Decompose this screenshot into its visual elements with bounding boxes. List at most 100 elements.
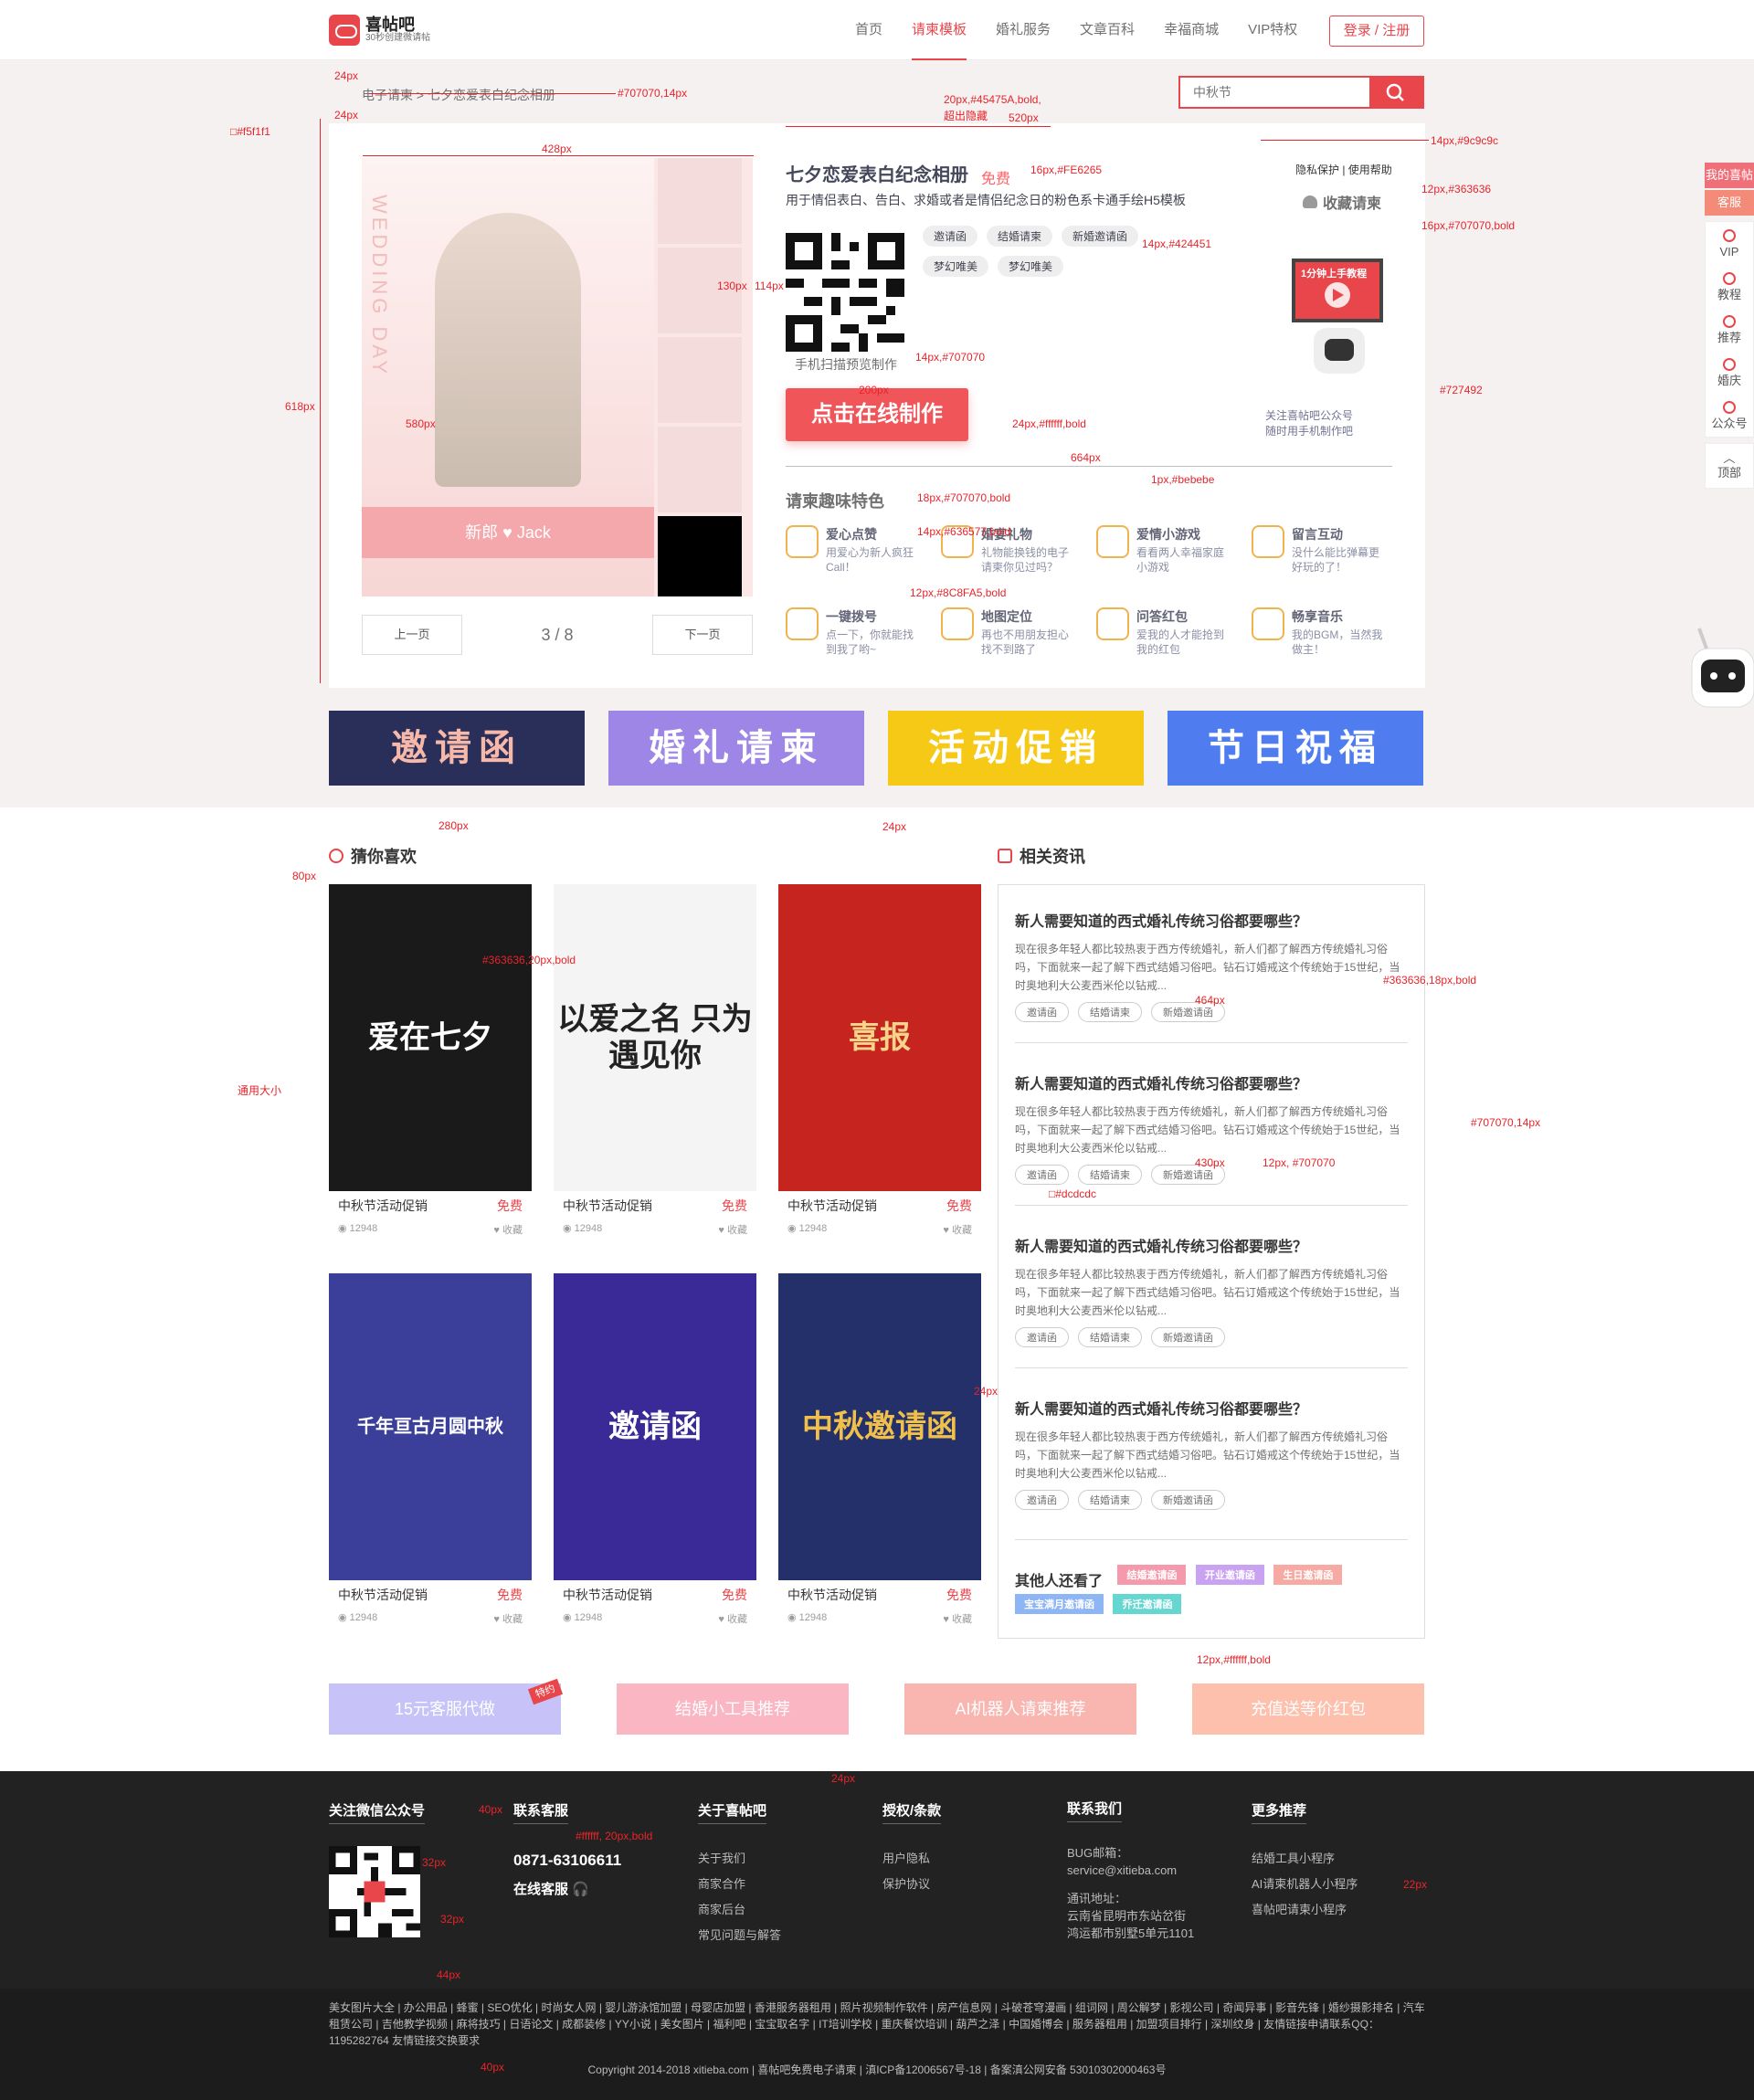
card-fav[interactable]: ♥ 收藏	[493, 1222, 523, 1237]
others-tag[interactable]: 结婚邀请函	[1117, 1565, 1187, 1585]
follow-account-hint[interactable]: 关注喜帖吧公众号 随时用手机制作吧	[1265, 408, 1353, 439]
footer-link[interactable]: 商家后台	[698, 1897, 781, 1923]
others-tag[interactable]: 宝宝满月邀请函	[1015, 1594, 1104, 1614]
nav-templates[interactable]: 请柬模板	[897, 0, 981, 60]
nav-articles[interactable]: 文章百科	[1065, 0, 1149, 60]
banner-holiday[interactable]: 节日祝福	[1168, 711, 1423, 786]
others-tag[interactable]: 乔迁邀请函	[1113, 1594, 1182, 1614]
tag[interactable]: 邀请函	[923, 226, 978, 247]
nav-vip[interactable]: VIP特权	[1233, 0, 1312, 60]
contact-email[interactable]: service@xitieba.com	[1067, 1862, 1194, 1879]
annotation-label: 130px	[717, 280, 747, 292]
login-register-button[interactable]: 登录 / 注册	[1329, 16, 1424, 47]
rail-my-invites[interactable]: 我的喜帖	[1705, 163, 1754, 188]
promo-service-button[interactable]: 15元客服代做 特约	[329, 1678, 564, 1735]
news-tag[interactable]: 邀请函	[1015, 1165, 1069, 1185]
tutorial-video-card[interactable]: 1分钟上手教程	[1292, 259, 1390, 377]
news-item[interactable]: 新人需要知道的西式婚礼传统习俗都要哪些？ 现在很多年轻人都比较热衷于西方传统婚礼，…	[1015, 1397, 1408, 1510]
card-fav[interactable]: ♥ 收藏	[718, 1611, 747, 1626]
template-card[interactable]: 喜报 中秋节活动促销 免费 ◉ 12948 ♥ 收藏	[778, 884, 981, 1237]
prev-page-button[interactable]: 上一页	[362, 615, 462, 655]
footer-link[interactable]: AI请柬机器人小程序	[1252, 1872, 1358, 1897]
news-item-title[interactable]: 新人需要知道的西式婚礼传统习俗都要哪些？	[1015, 909, 1408, 931]
news-item-title[interactable]: 新人需要知道的西式婚礼传统习俗都要哪些？	[1015, 1071, 1408, 1093]
card-fav[interactable]: ♥ 收藏	[943, 1611, 972, 1626]
privacy-help-links[interactable]: 隐私保护 | 使用帮助	[1295, 162, 1392, 177]
tag[interactable]: 梦幻唯美	[923, 256, 989, 277]
feature-desc: 用爱心为新人疯狂Call！	[826, 546, 914, 574]
news-item[interactable]: 新人需要知道的西式婚礼传统习俗都要哪些？ 现在很多年轻人都比较热衷于西方传统婚礼，…	[1015, 1234, 1408, 1347]
others-tag[interactable]: 生日邀请函	[1273, 1565, 1343, 1585]
back-to-top-button[interactable]: ︿ 顶部	[1705, 443, 1754, 489]
tag[interactable]: 结婚请柬	[987, 226, 1053, 247]
template-card[interactable]: 千年亘古月圆中秋 中秋节活动促销 免费 ◉ 12948 ♥ 收藏	[329, 1273, 532, 1626]
rail-customer-service[interactable]: 客服	[1705, 190, 1754, 216]
thumbnail[interactable]	[658, 336, 742, 423]
rail-tutorial[interactable]: 教程	[1706, 265, 1753, 308]
phone-icon	[786, 607, 819, 640]
nav-mall[interactable]: 幸福商城	[1149, 0, 1233, 60]
favorite-button[interactable]: 收藏请柬	[1303, 191, 1381, 213]
news-tag[interactable]: 结婚请柬	[1078, 1002, 1142, 1022]
banner-invitation[interactable]: 邀请函	[329, 711, 585, 786]
template-card[interactable]: 以爱之名 只为遇见你 中秋节活动促销 免费 ◉ 12948 ♥ 收藏	[554, 884, 756, 1237]
thumbnail[interactable]	[658, 158, 742, 244]
breadcrumb[interactable]: 电子请柬 > 七夕恋爱表白纪念相册	[362, 86, 555, 104]
card-image: 中秋邀请函	[778, 1273, 981, 1580]
news-item-title[interactable]: 新人需要知道的西式婚礼传统习俗都要哪些？	[1015, 1397, 1408, 1419]
promo-ai-robot-button[interactable]: AI机器人请柬推荐	[904, 1683, 1136, 1735]
map-icon	[941, 607, 974, 640]
news-item-title[interactable]: 新人需要知道的西式婚礼传统习俗都要哪些？	[1015, 1234, 1408, 1256]
news-tag[interactable]: 邀请函	[1015, 1327, 1069, 1347]
card-fav[interactable]: ♥ 收藏	[493, 1611, 523, 1626]
nav-wedding-service[interactable]: 婚礼服务	[981, 0, 1065, 60]
tag[interactable]: 梦幻唯美	[998, 256, 1064, 277]
rail-recommend[interactable]: 推荐	[1706, 308, 1753, 351]
card-fav[interactable]: ♥ 收藏	[718, 1222, 747, 1237]
news-tag[interactable]: 邀请函	[1015, 1490, 1069, 1510]
friend-links[interactable]: 美女图片大全 | 办公用品 | 蜂蜜 | SEO优化 | 时尚女人网 | 婴儿游…	[329, 2000, 1425, 2049]
rail-vip[interactable]: VIP	[1706, 222, 1753, 265]
news-tag[interactable]: 新婚邀请函	[1151, 1327, 1225, 1347]
others-title: 其他人还看了	[1015, 1574, 1104, 1589]
news-tag[interactable]: 邀请函	[1015, 1002, 1069, 1022]
back-to-top-label: 顶部	[1717, 466, 1741, 480]
site-logo[interactable]: 喜帖吧 30秒创建微请帖	[329, 15, 430, 46]
online-service-link[interactable]: 在线客服 🎧	[513, 1879, 621, 1898]
footer-link[interactable]: 保护协议	[882, 1872, 941, 1897]
footer-link[interactable]: 商家合作	[698, 1872, 781, 1897]
headset-icon: 🎧	[572, 1882, 589, 1897]
footer-link[interactable]: 喜帖吧请柬小程序	[1252, 1897, 1358, 1923]
tag[interactable]: 新婚邀请函	[1062, 226, 1139, 247]
news-tag[interactable]: 结婚请柬	[1078, 1327, 1142, 1347]
banner-promotion[interactable]: 活动促销	[888, 711, 1144, 786]
template-preview[interactable]: WEDDING DAY 新郎 ♥ Jack	[362, 158, 753, 596]
thumbnail[interactable]	[658, 515, 742, 596]
card-fav[interactable]: ♥ 收藏	[943, 1222, 972, 1237]
others-tag[interactable]: 开业邀请函	[1195, 1565, 1264, 1585]
footer-link[interactable]: 结婚工具小程序	[1252, 1846, 1358, 1872]
template-card[interactable]: 邀请函 中秋节活动促销 免费 ◉ 12948 ♥ 收藏	[554, 1273, 756, 1626]
next-page-button[interactable]: 下一页	[652, 615, 753, 655]
annotation-label: 12px,#ffffff,bold	[1197, 1653, 1271, 1666]
eye-icon: ◉ 12948	[338, 1223, 378, 1234]
footer-link[interactable]: 关于我们	[698, 1846, 781, 1872]
promo-tools-button[interactable]: 结婚小工具推荐	[617, 1683, 849, 1735]
search-input[interactable]	[1180, 78, 1363, 107]
rail-official-account[interactable]: 公众号	[1706, 394, 1753, 437]
footer-link[interactable]: 用户隐私	[882, 1846, 941, 1872]
news-tag[interactable]: 新婚邀请函	[1151, 1490, 1225, 1510]
template-card[interactable]: 中秋邀请函 中秋节活动促销 免费 ◉ 12948 ♥ 收藏	[778, 1273, 981, 1626]
banner-wedding-invite[interactable]: 婚礼请柬	[608, 711, 864, 786]
rail-wedding[interactable]: 婚庆	[1706, 351, 1753, 394]
nav-home[interactable]: 首页	[840, 0, 897, 60]
footer-link[interactable]: 常见问题与解答	[698, 1923, 781, 1948]
template-card[interactable]: 爱在七夕 中秋节活动促销 免费 ◉ 12948 ♥ 收藏	[329, 884, 532, 1237]
footer-about: 关于喜帖吧 关于我们 商家合作 商家后台 常见问题与解答	[698, 1800, 781, 1948]
news-tag[interactable]: 结婚请柬	[1078, 1490, 1142, 1510]
search-button[interactable]	[1369, 78, 1422, 107]
robot-mascot[interactable]	[1679, 621, 1754, 740]
thumbnail[interactable]	[658, 426, 742, 512]
news-tag[interactable]: 结婚请柬	[1078, 1165, 1142, 1185]
promo-recharge-button[interactable]: 充值送等价红包	[1192, 1683, 1424, 1735]
